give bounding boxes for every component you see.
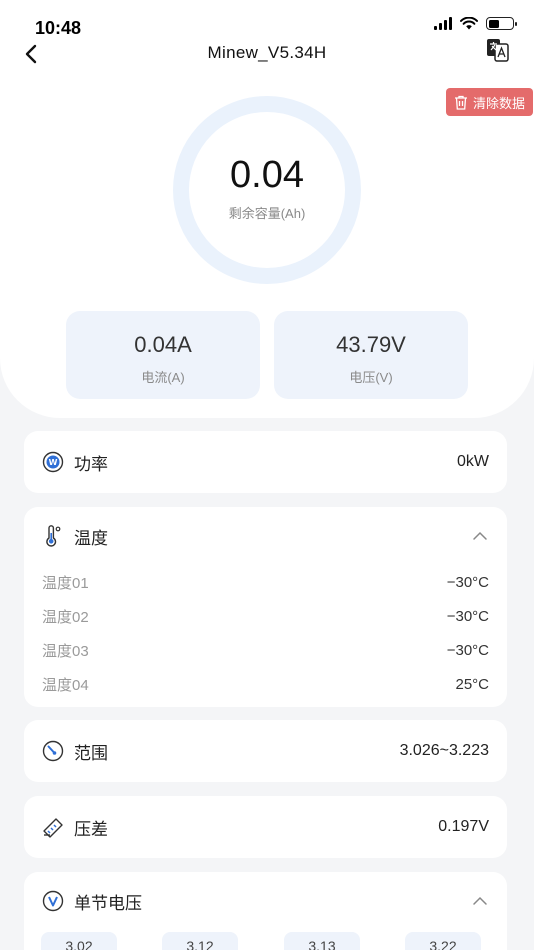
- wifi-icon: [460, 17, 478, 30]
- temperature-row: 温度01 −30°C: [24, 565, 507, 599]
- power-value: 0kW: [457, 453, 489, 470]
- thermometer-icon: [46, 525, 61, 547]
- chevron-up-icon[interactable]: [471, 892, 489, 910]
- page-title: Minew_V5.34H: [207, 43, 327, 62]
- ruler-icon: [43, 818, 63, 838]
- temperature-label: 温度01: [42, 574, 89, 592]
- voltage-v-icon: [42, 890, 64, 912]
- temperature-value: −30°C: [446, 573, 489, 591]
- capacity-ring: 0.04 剩余容量(Ah): [173, 96, 361, 284]
- translate-icon[interactable]: [486, 38, 510, 62]
- cell-voltage-chip: 3.02: [41, 932, 117, 950]
- voltage-label: 电压(V): [349, 370, 393, 385]
- current-value: 0.04A: [134, 332, 192, 357]
- current-card: 0.04A 电流(A): [66, 311, 260, 399]
- pressure-diff-card: 压差 0.197V: [24, 796, 507, 858]
- temperature-row: 温度04 25°C: [24, 667, 507, 701]
- current-label: 电流(A): [141, 370, 185, 385]
- voltage-card: 43.79V 电压(V): [274, 311, 468, 399]
- cell-voltage-card: 单节电压 3.02 3.12 3.13 3.22: [24, 872, 507, 950]
- voltage-value: 43.79V: [336, 332, 406, 357]
- cell-voltage-chip: 3.13: [284, 932, 360, 950]
- temperature-value: 25°C: [455, 675, 489, 693]
- clear-data-label: 清除数据: [472, 95, 525, 111]
- cell-voltage-title: 单节电压: [74, 893, 142, 913]
- cell-voltage-chip: 3.12: [162, 932, 238, 950]
- clear-data-button[interactable]: 清除数据: [445, 88, 533, 116]
- gauge-icon: [42, 740, 64, 762]
- range-title: 范围: [74, 743, 108, 763]
- temperature-row: 温度03 −30°C: [24, 633, 507, 667]
- temperature-value: −30°C: [446, 607, 489, 625]
- trash-icon: [454, 95, 467, 110]
- svg-text:W: W: [49, 458, 58, 467]
- cell-voltage-chip: 3.22: [405, 932, 481, 950]
- capacity-value: 0.04: [230, 154, 304, 196]
- power-card: W 功率 0kW: [24, 431, 507, 493]
- temperature-title: 温度: [74, 528, 108, 548]
- range-card: 范围 3.026~3.223: [24, 720, 507, 782]
- temperature-label: 温度04: [42, 676, 89, 694]
- capacity-label: 剩余容量(Ah): [228, 206, 306, 221]
- temperature-card: 温度 温度01 −30°C 温度02 −30°C 温度03 −30°C 温度04…: [24, 507, 507, 707]
- cellular-signal-icon: [434, 17, 452, 30]
- range-value: 3.026~3.223: [399, 742, 489, 759]
- temperature-label: 温度02: [42, 608, 89, 626]
- power-title: 功率: [74, 454, 108, 474]
- pressure-diff-title: 压差: [74, 819, 108, 839]
- pressure-diff-value: 0.197V: [438, 818, 489, 835]
- temperature-value: −30°C: [446, 641, 489, 659]
- battery-icon: [486, 17, 517, 30]
- cell-voltage-chips: 3.02 3.12 3.13 3.22: [24, 930, 507, 950]
- status-icons: [434, 17, 517, 30]
- power-w-icon: W: [42, 451, 64, 473]
- temperature-label: 温度03: [42, 642, 89, 660]
- temperature-row: 温度02 −30°C: [24, 599, 507, 633]
- chevron-up-icon[interactable]: [471, 527, 489, 545]
- status-time: 10:48: [35, 18, 82, 38]
